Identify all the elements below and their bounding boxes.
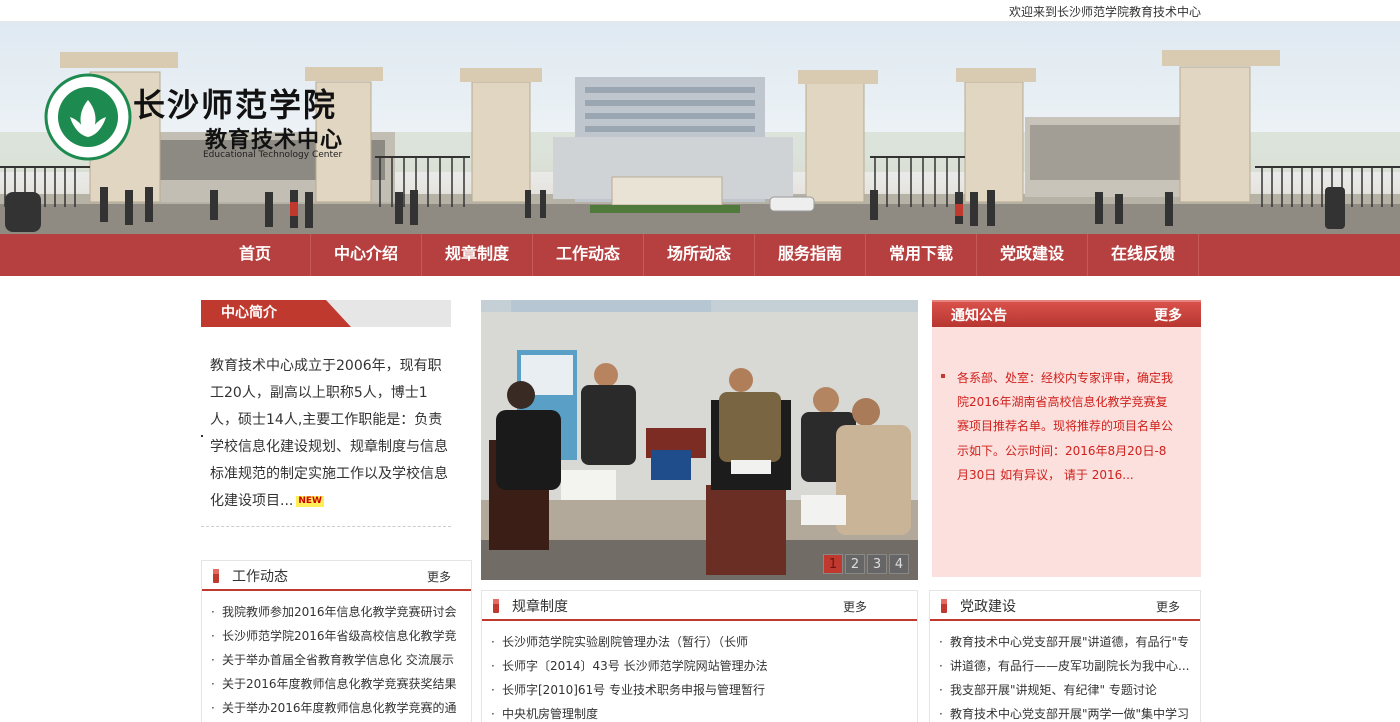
header-banner: 长沙师范学院 教育技术中心 Educational Technology Cen… (0, 22, 1400, 234)
notice-bullet (941, 374, 945, 378)
list-item[interactable]: 我支部开展"讲规矩、有纪律" 专题讨论 (930, 679, 1200, 703)
main-nav: 首页 中心介绍 规章制度 工作动态 场所动态 服务指南 常用下载 党政建设 在线… (0, 234, 1400, 276)
nav-item-service-guide[interactable]: 服务指南 (755, 234, 866, 276)
list-item[interactable]: 中央机房管理制度 (482, 703, 917, 722)
slide-page-2[interactable]: 2 (845, 554, 865, 574)
party-list: 教育技术中心党支部开展"讲道德，有品行"专 讲道德，有品行——皮军功副院长为我中… (930, 631, 1200, 722)
meeting-photo (481, 300, 918, 580)
work-news-box: 工作动态 更多 我院教师参加2016年信息化教学竞赛研讨会 长沙师范学院2016… (201, 560, 472, 722)
list-item[interactable]: 长沙师范学院实验剧院管理办法（暂行）（长师 (482, 631, 917, 655)
school-name-logo: 长沙师范学院 (133, 86, 338, 124)
nav-item-about[interactable]: 中心介绍 (311, 234, 422, 276)
slide-page-4[interactable]: 4 (889, 554, 909, 574)
intro-header: 中心简介 (201, 300, 451, 327)
list-item[interactable]: 我院教师参加2016年信息化教学竞赛研讨会 (202, 601, 471, 625)
list-item[interactable]: 关于举办首届全省教育教学信息化 交流展示 (202, 649, 471, 673)
list-item[interactable]: 长沙师范学院2016年省级高校信息化教学竞 (202, 625, 471, 649)
work-news-title: 工作动态 (232, 569, 288, 585)
work-news-header: 工作动态 更多 (202, 561, 471, 591)
party-more-link[interactable]: 更多 (1156, 598, 1180, 615)
rules-title: 规章制度 (512, 599, 568, 615)
photo-slideshow[interactable]: 1 2 3 4 (481, 300, 918, 580)
party-title: 党政建设 (960, 599, 1016, 615)
nav-item-rules[interactable]: 规章制度 (422, 234, 533, 276)
rules-more-link[interactable]: 更多 (843, 598, 867, 615)
nav-item-home[interactable]: 首页 (200, 234, 311, 276)
work-news-more-link[interactable]: 更多 (427, 568, 451, 585)
nav-item-venue-news[interactable]: 场所动态 (644, 234, 755, 276)
header-marker-icon (213, 569, 219, 583)
list-item[interactable]: 长师字〔2014〕43号 长沙师范学院网站管理办法 (482, 655, 917, 679)
party-box: 党政建设 更多 教育技术中心党支部开展"讲道德，有品行"专 讲道德，有品行——皮… (929, 590, 1201, 722)
center-name-en: Educational Technology Center (203, 150, 343, 160)
intro-text[interactable]: 教育技术中心成立于2006年，现有职工20人，副高以上职称5人，博士1人，硕士1… (210, 353, 454, 515)
header-marker-icon (493, 599, 499, 613)
list-item[interactable]: 讲道德，有品行——皮军功副院长为我中心... (930, 655, 1200, 679)
divider (201, 526, 451, 527)
notice-title: 通知公告 (951, 308, 1007, 324)
notice-header: 通知公告 更多 (932, 300, 1201, 327)
slide-page-3[interactable]: 3 (867, 554, 887, 574)
list-item[interactable]: 教育技术中心党支部开展"讲道德，有品行"专 (930, 631, 1200, 655)
nav-item-downloads[interactable]: 常用下载 (866, 234, 977, 276)
nav-item-party[interactable]: 党政建设 (977, 234, 1088, 276)
list-item[interactable]: 教育技术中心党支部开展"两学一做"集中学习 (930, 703, 1200, 722)
top-bar: 欢迎来到长沙师范学院教育技术中心 (0, 0, 1400, 22)
intro-title: 中心简介 (201, 300, 351, 327)
nav-item-work-news[interactable]: 工作动态 (533, 234, 644, 276)
intro-body[interactable]: 教育技术中心成立于2006年，现有职工20人，副高以上职称5人，博士1人，硕士1… (210, 358, 448, 509)
nav-item-feedback[interactable]: 在线反馈 (1088, 234, 1199, 276)
decorative-dot (201, 435, 203, 437)
rules-list: 长沙师范学院实验剧院管理办法（暂行）（长师 长师字〔2014〕43号 长沙师范学… (482, 631, 917, 722)
work-news-list: 我院教师参加2016年信息化教学竞赛研讨会 长沙师范学院2016年省级高校信息化… (202, 601, 471, 721)
welcome-text: 欢迎来到长沙师范学院教育技术中心 (1008, 5, 1201, 19)
list-item[interactable]: 长师字[2010]61号 专业技术职务申报与管理暂行 (482, 679, 917, 703)
party-header: 党政建设 更多 (930, 591, 1200, 621)
notice-more-link[interactable]: 更多 (1154, 305, 1182, 325)
list-item[interactable]: 关于举办2016年度教师信息化教学竞赛的通 (202, 697, 471, 721)
rules-header: 规章制度 更多 (482, 591, 917, 621)
slide-page-1[interactable]: 1 (823, 554, 843, 574)
notice-item[interactable]: 各系部、处室：经校内专家评审，确定我院2016年湖南省高校信息化教学竞赛复赛项目… (957, 366, 1177, 487)
slideshow-pager: 1 2 3 4 (823, 554, 909, 574)
rules-box: 规章制度 更多 长沙师范学院实验剧院管理办法（暂行）（长师 长师字〔2014〕4… (481, 590, 918, 722)
header-marker-icon (941, 599, 947, 613)
list-item[interactable]: 关于2016年度教师信息化教学竞赛获奖结果 (202, 673, 471, 697)
new-badge: NEW (296, 495, 324, 507)
